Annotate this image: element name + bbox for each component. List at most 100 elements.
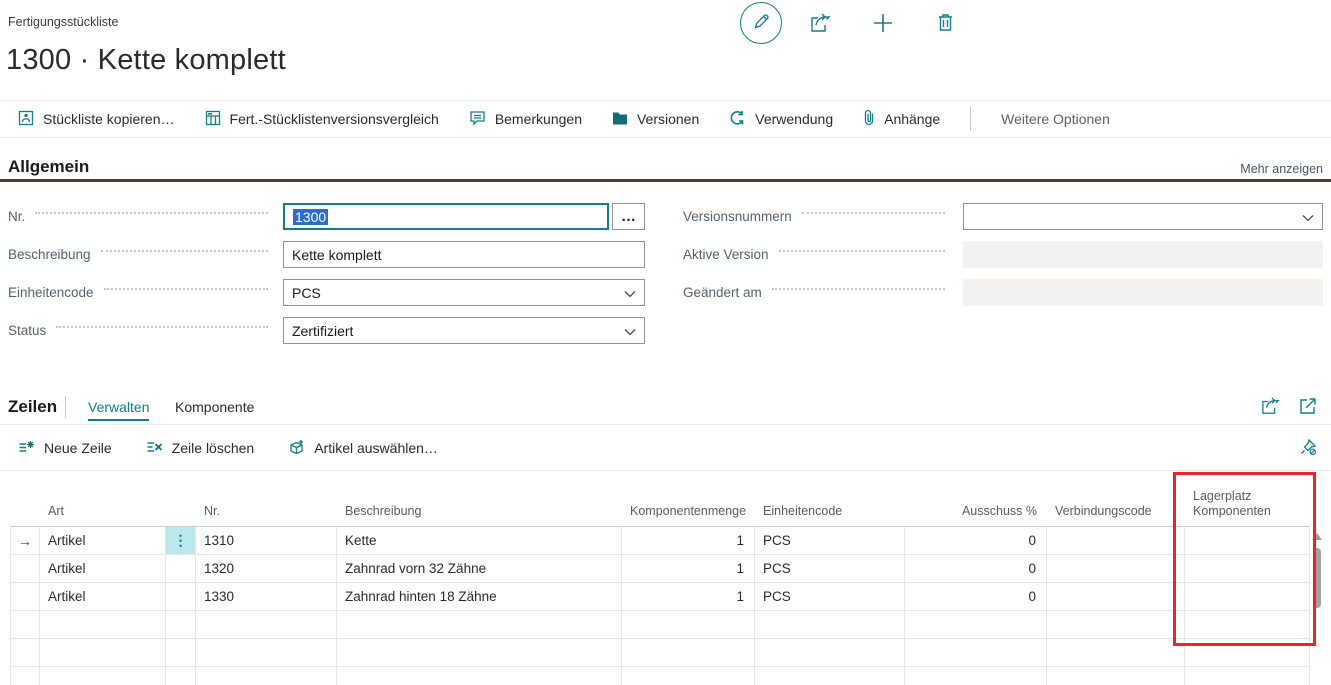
empty-cell[interactable] (1185, 611, 1310, 639)
cell-art[interactable]: Artikel (40, 555, 166, 583)
row-menu-cell[interactable] (166, 583, 196, 611)
empty-cell[interactable] (1185, 639, 1310, 667)
header-art[interactable]: Art (40, 504, 166, 526)
empty-cell[interactable] (905, 639, 1047, 667)
empty-cell[interactable] (196, 611, 337, 639)
cell-beschreibung[interactable]: Zahnrad vorn 32 Zähne (337, 555, 622, 583)
cell-einheitencode[interactable]: PCS (755, 583, 905, 611)
empty-cell[interactable] (40, 639, 166, 667)
action-attachments[interactable]: Anhänge (863, 109, 940, 129)
cell-ausschuss[interactable]: 0 (905, 555, 1047, 583)
cell-art[interactable]: Artikel (40, 527, 166, 555)
empty-cell[interactable] (166, 639, 196, 667)
header-ausschuss[interactable]: Ausschuss % (905, 504, 1047, 526)
empty-cell[interactable] (1185, 667, 1310, 685)
cell-lagerplatz[interactable] (1185, 527, 1310, 555)
empty-cell[interactable] (622, 611, 755, 639)
cell-komponentenmenge[interactable]: 1 (622, 583, 755, 611)
empty-cell[interactable] (1047, 667, 1185, 685)
lines-popout-button[interactable] (1299, 397, 1317, 418)
table-row: → Artikel ⋮ 1310 Kette 1 PCS 0 (10, 527, 1310, 555)
header-einheitencode[interactable]: Einheitencode (755, 504, 905, 526)
tab-verwalten[interactable]: Verwalten (88, 399, 149, 421)
action-comments[interactable]: Bemerkungen (469, 110, 582, 129)
empty-cell[interactable] (40, 611, 166, 639)
empty-cell[interactable] (10, 667, 40, 685)
row-menu-cell[interactable]: ⋮ (166, 527, 196, 555)
edit-button[interactable] (740, 2, 782, 44)
tab-komponente[interactable]: Komponente (175, 399, 254, 419)
beschreibung-input[interactable]: Kette komplett (283, 241, 645, 268)
empty-cell[interactable] (337, 667, 622, 685)
scrollbar-thumb[interactable] (1313, 548, 1321, 608)
empty-cell[interactable] (1047, 611, 1185, 639)
cell-komponentenmenge[interactable]: 1 (622, 527, 755, 555)
empty-cell[interactable] (1047, 639, 1185, 667)
empty-cell[interactable] (755, 611, 905, 639)
cell-lagerplatz[interactable] (1185, 583, 1310, 611)
nr-input[interactable]: 1300 (283, 203, 609, 230)
toolbar-label: Zeile löschen (172, 440, 255, 456)
empty-cell[interactable] (755, 667, 905, 685)
empty-cell[interactable] (905, 667, 1047, 685)
cell-beschreibung[interactable]: Zahnrad hinten 18 Zähne (337, 583, 622, 611)
cell-lagerplatz[interactable] (1185, 555, 1310, 583)
empty-cell[interactable] (755, 639, 905, 667)
lines-share-button[interactable] (1261, 397, 1281, 418)
cell-komponentenmenge[interactable]: 1 (622, 555, 755, 583)
empty-cell[interactable] (196, 667, 337, 685)
einheitencode-select[interactable]: PCS (283, 279, 645, 306)
header-beschreibung[interactable]: Beschreibung (337, 504, 622, 526)
new-button[interactable] (872, 12, 894, 37)
cell-ausschuss[interactable]: 0 (905, 527, 1047, 555)
delete-button[interactable] (936, 12, 955, 35)
action-usage[interactable]: Verwendung (729, 110, 833, 129)
cell-verbindungscode[interactable] (1047, 527, 1185, 555)
cell-einheitencode[interactable]: PCS (755, 555, 905, 583)
show-more-link[interactable]: Mehr anzeigen (1240, 162, 1323, 176)
table-scrollbar[interactable] (1311, 529, 1323, 685)
cell-verbindungscode[interactable] (1047, 583, 1185, 611)
share-button[interactable] (810, 13, 832, 36)
cell-nr[interactable]: 1310 (196, 527, 337, 555)
action-copy-bom[interactable]: Stückliste kopieren… (18, 110, 175, 129)
nr-assist-button[interactable]: … (612, 203, 645, 230)
empty-cell[interactable] (196, 639, 337, 667)
empty-cell[interactable] (40, 667, 166, 685)
action-versions[interactable]: Versionen (612, 110, 699, 129)
row-menu-cell[interactable] (166, 555, 196, 583)
row-selector-cell[interactable] (10, 555, 40, 583)
row-selector-cell[interactable] (10, 583, 40, 611)
header-nr[interactable]: Nr. (196, 504, 337, 526)
header-verbindungscode[interactable]: Verbindungscode (1047, 504, 1185, 526)
scroll-up-arrow-icon[interactable] (1312, 533, 1322, 540)
trash-icon (936, 12, 955, 35)
empty-cell[interactable] (166, 667, 196, 685)
empty-cell[interactable] (337, 611, 622, 639)
versionsnummern-select[interactable] (963, 203, 1323, 230)
cell-verbindungscode[interactable] (1047, 555, 1185, 583)
action-more-options[interactable]: Weitere Optionen (1001, 111, 1110, 127)
cell-ausschuss[interactable]: 0 (905, 583, 1047, 611)
empty-cell[interactable] (166, 611, 196, 639)
cell-einheitencode[interactable]: PCS (755, 527, 905, 555)
empty-cell[interactable] (337, 639, 622, 667)
empty-cell[interactable] (622, 667, 755, 685)
unpin-button[interactable] (1299, 438, 1317, 459)
cell-nr[interactable]: 1330 (196, 583, 337, 611)
new-line-button[interactable]: Neue Zeile (18, 439, 112, 458)
delete-line-button[interactable]: Zeile löschen (146, 439, 255, 458)
cell-nr[interactable]: 1320 (196, 555, 337, 583)
status-select[interactable]: Zertifiziert (283, 317, 645, 344)
header-komponentenmenge[interactable]: Komponentenmenge (622, 504, 755, 526)
row-selector-cell[interactable]: → (10, 527, 40, 555)
empty-cell[interactable] (622, 639, 755, 667)
cell-beschreibung[interactable]: Kette (337, 527, 622, 555)
empty-cell[interactable] (10, 611, 40, 639)
empty-cell[interactable] (10, 639, 40, 667)
select-item-button[interactable]: Artikel auswählen… (288, 439, 438, 458)
empty-cell[interactable] (905, 611, 1047, 639)
header-lagerplatz-komponenten[interactable]: Lagerplatz Komponenten (1185, 489, 1310, 526)
action-version-compare[interactable]: Fert.-Stücklistenversionsvergleich (205, 110, 439, 129)
cell-art[interactable]: Artikel (40, 583, 166, 611)
